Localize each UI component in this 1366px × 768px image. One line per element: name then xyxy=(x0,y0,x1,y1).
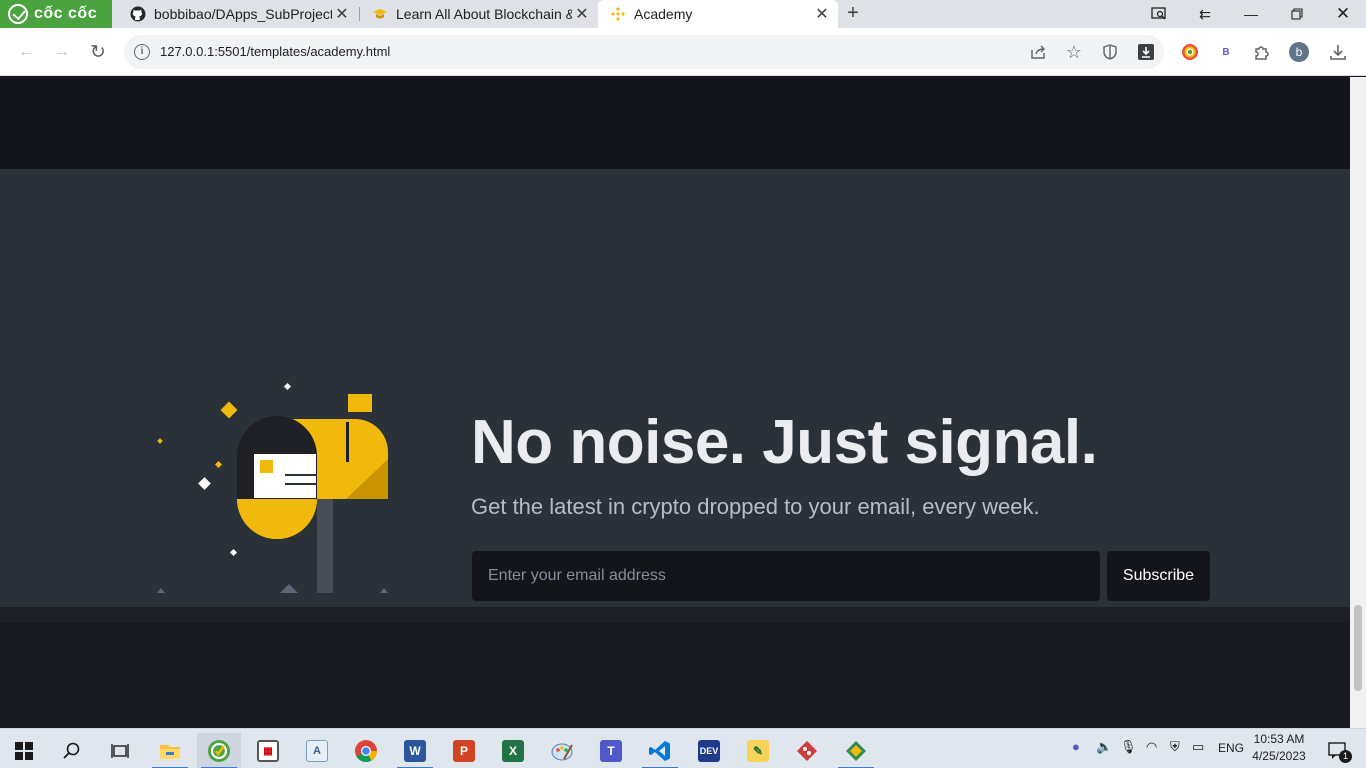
sparkle-icon xyxy=(214,460,223,469)
forward-icon[interactable]: → xyxy=(50,40,74,64)
extension-b-icon[interactable]: B xyxy=(1214,40,1238,64)
gitkraken-app-icon[interactable] xyxy=(834,733,878,768)
chrome-icon[interactable] xyxy=(344,733,388,768)
clock-date: 4/25/2023 xyxy=(1252,749,1306,763)
mailbox-flag-pole xyxy=(346,422,349,462)
notification-badge: 1 xyxy=(1339,750,1352,763)
tab-search-icon[interactable] xyxy=(1136,0,1182,28)
email-input[interactable] xyxy=(472,551,1100,601)
github-icon xyxy=(130,6,146,22)
battery-icon[interactable]: ▭ xyxy=(1192,739,1204,755)
restore-button[interactable] xyxy=(1274,0,1320,28)
mailbox-post xyxy=(317,499,333,593)
wifi-icon[interactable]: ◠ xyxy=(1146,739,1157,755)
coccoc-menu-button[interactable]: cốc cốc xyxy=(0,0,112,28)
teams-tray-icon[interactable]: ● xyxy=(1072,739,1080,754)
dev-app-icon[interactable]: DEV xyxy=(687,733,731,768)
binance-icon xyxy=(610,6,626,22)
notification-center-icon[interactable]: 1 xyxy=(1318,733,1358,768)
back-icon[interactable]: ← xyxy=(14,40,38,64)
coccoc-logo-icon xyxy=(8,4,28,24)
close-tab-icon[interactable]: ✕ xyxy=(812,4,832,24)
tab-title: bobbibao/DApps_SubProject xyxy=(154,6,332,22)
downloads-icon[interactable] xyxy=(1326,40,1350,64)
sticky-notes-app-icon[interactable]: ✎ xyxy=(736,733,780,768)
excel-icon[interactable]: X xyxy=(491,733,535,768)
reload-icon[interactable]: ↻ xyxy=(86,40,110,64)
minimize-button[interactable]: — xyxy=(1228,0,1274,28)
page-scrollbar[interactable] xyxy=(1350,77,1366,728)
close-window-button[interactable]: ✕ xyxy=(1320,0,1366,28)
coccoc-taskbar-icon[interactable] xyxy=(197,733,241,768)
site-info-icon[interactable]: i xyxy=(134,44,150,60)
text-editor-app-icon[interactable]: A xyxy=(295,733,339,768)
newsletter-section: No noise. Just signal. Get the latest in… xyxy=(0,169,1350,607)
word-icon[interactable]: W xyxy=(393,733,437,768)
security-shield-icon[interactable]: ⛨ xyxy=(1170,739,1180,755)
newsletter-headline: No noise. Just signal. xyxy=(471,408,1098,477)
sparkle-icon xyxy=(283,382,292,391)
browser-toolbar: ← → ↻ i 127.0.0.1:5501/templates/academy… xyxy=(0,28,1366,76)
address-bar[interactable]: i 127.0.0.1:5501/templates/academy.html … xyxy=(124,35,1164,69)
ground-triangle xyxy=(380,588,388,593)
page-viewport: No noise. Just signal. Get the latest in… xyxy=(0,77,1350,728)
language-indicator[interactable]: ENG xyxy=(1218,741,1244,755)
clock-time: 10:53 AM xyxy=(1253,732,1305,746)
profile-avatar[interactable]: b xyxy=(1287,40,1311,64)
bookmark-star-icon[interactable]: ☆ xyxy=(1062,40,1086,64)
tab-title: Academy xyxy=(634,6,693,22)
close-tab-icon[interactable]: ✕ xyxy=(332,4,352,24)
save-download-icon[interactable] xyxy=(1134,40,1158,64)
windows-taskbar: ▦ A W P X T DEV ✎ ● 🔈 🎙 ◠ ⛨ ▭ ENG 10:53 … xyxy=(0,728,1366,768)
coccoc-extension-icon[interactable] xyxy=(1178,40,1202,64)
git-app-icon[interactable] xyxy=(785,733,829,768)
sparkle-icon xyxy=(220,401,238,419)
scrollbar-thumb[interactable] xyxy=(1354,605,1362,691)
extensions-puzzle-icon[interactable] xyxy=(1250,40,1274,64)
teams-icon[interactable]: T xyxy=(589,733,633,768)
tab-learn-blockchain[interactable]: Learn All About Blockchain & ✕ xyxy=(360,0,598,28)
tab-academy[interactable]: Academy ✕ xyxy=(598,0,838,28)
mailbox-flag xyxy=(348,394,372,412)
sparkle-icon xyxy=(157,438,163,444)
new-tab-button[interactable]: + xyxy=(842,2,864,24)
mailbox-illustration xyxy=(157,382,388,593)
graduation-cap-icon xyxy=(372,6,388,22)
vscode-icon[interactable] xyxy=(638,733,682,768)
file-explorer-icon[interactable] xyxy=(148,733,192,768)
paint-app-icon[interactable] xyxy=(540,733,584,768)
ground-triangle xyxy=(280,584,298,593)
browser-logo-text: cốc cốc xyxy=(34,5,98,22)
tab-github[interactable]: bobbibao/DApps_SubProject ✕ xyxy=(118,0,358,28)
share-icon[interactable] xyxy=(1026,40,1050,64)
tab-history-icon[interactable]: ⇇ xyxy=(1182,0,1228,28)
footer-divider xyxy=(0,607,1350,623)
task-view-icon[interactable] xyxy=(98,733,142,768)
calendar-app-icon[interactable]: ▦ xyxy=(246,733,290,768)
adblock-shield-icon[interactable] xyxy=(1098,40,1122,64)
search-icon[interactable] xyxy=(50,733,94,768)
subscribe-button[interactable]: Subscribe xyxy=(1107,551,1210,601)
microphone-icon[interactable]: 🎙 xyxy=(1120,739,1137,755)
start-button[interactable] xyxy=(2,733,46,768)
powerpoint-icon[interactable]: P xyxy=(442,733,486,768)
system-clock[interactable]: 10:53 AM 4/25/2023 xyxy=(1246,731,1312,765)
close-tab-icon[interactable]: ✕ xyxy=(572,4,592,24)
previous-section xyxy=(0,77,1350,169)
ground-triangle xyxy=(157,588,165,593)
sparkle-icon xyxy=(229,548,238,557)
newsletter-subheadline: Get the latest in crypto dropped to your… xyxy=(471,494,1040,519)
sparkle-icon xyxy=(198,477,211,490)
tab-title: Learn All About Blockchain & xyxy=(396,6,572,22)
profile-initial: b xyxy=(1289,42,1309,62)
url-text[interactable]: 127.0.0.1:5501/templates/academy.html xyxy=(160,44,390,59)
browser-tab-strip: cốc cốc bobbibao/DApps_SubProject ✕ Lear… xyxy=(0,0,1366,28)
volume-icon[interactable]: 🔈 xyxy=(1096,739,1112,755)
